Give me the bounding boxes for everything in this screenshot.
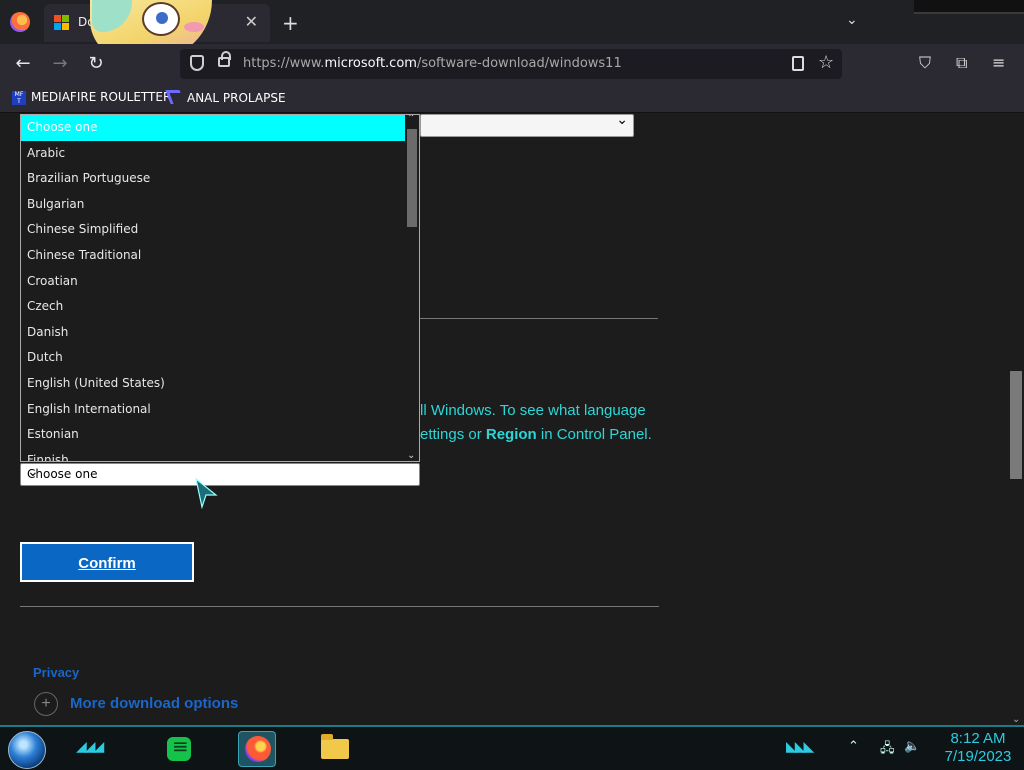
bookmark-item[interactable]: ANAL PROLAPSE: [165, 90, 286, 105]
confirm-label: Confirm: [78, 555, 136, 572]
scroll-down-icon[interactable]: ⌄: [1012, 714, 1020, 725]
pocket-icon[interactable]: ⛉: [919, 53, 931, 73]
microsoft-icon: [54, 15, 70, 31]
dropdown-option[interactable]: Brazilian Portuguese: [21, 166, 419, 192]
tab-strip: Do ✕ + ⌄: [0, 0, 1024, 60]
reader-view-icon[interactable]: [792, 56, 804, 71]
divider: [420, 318, 658, 319]
clock-time: 8:12 AM: [950, 730, 1006, 747]
page-scrollbar[interactable]: ⌄: [1008, 113, 1024, 725]
forward-arrow-icon[interactable]: →: [49, 53, 71, 75]
bookmark-label: MEDIAFIRE ROULETTER: [31, 90, 172, 104]
bookmark-label: ANAL PROLAPSE: [187, 91, 286, 105]
sigma-icon: [165, 90, 185, 104]
new-tab-button[interactable]: +: [282, 11, 299, 35]
plus-circle-icon: +: [34, 692, 58, 716]
dropdown-option[interactable]: Choose one: [21, 115, 419, 141]
show-hidden-icons-icon[interactable]: ⌃: [848, 739, 859, 754]
navigation-toolbar: ← → ↻ https://www.microsoft.com/software…: [0, 44, 1024, 84]
page-scroll-thumb[interactable]: [1010, 371, 1022, 479]
dropdown-scrollbar[interactable]: ⌃ ⌄: [405, 115, 419, 461]
dropdown-option[interactable]: Chinese Traditional: [21, 243, 419, 269]
scroll-down-icon[interactable]: ⌄: [407, 450, 415, 461]
firefox-icon: [245, 736, 271, 762]
language-dropdown-list[interactable]: Choose one Arabic Brazilian Portuguese Bulg…: [20, 114, 420, 462]
clock-date: 7/19/2023: [944, 748, 1012, 765]
dropdown-scroll-thumb[interactable]: [407, 129, 417, 227]
extensions-puzzle-icon[interactable]: ⧉: [956, 53, 967, 73]
taskbar-app-firefox[interactable]: [238, 731, 276, 767]
language-select[interactable]: Choose one ⌄: [20, 463, 420, 486]
taskbar: ◢◢◢ ◣◣◣ ⌃ 🖧 🔈 8:12 AM 7/19/2023: [0, 725, 1024, 770]
scroll-up-icon[interactable]: ⌃: [407, 115, 415, 124]
dropdown-option[interactable]: Croatian: [21, 269, 419, 295]
reload-icon[interactable]: ↻: [85, 53, 107, 75]
tracking-protection-shield-icon[interactable]: [190, 55, 204, 71]
dropdown-option[interactable]: Estonian: [21, 422, 419, 448]
dropdown-option[interactable]: Danish: [21, 320, 419, 346]
bookmark-item[interactable]: MF T MEDIAFIRE ROULETTER: [12, 90, 171, 105]
folder-icon: [321, 734, 349, 759]
dropdown-option[interactable]: Dutch: [21, 345, 419, 371]
mouse-cursor-icon: [195, 477, 218, 509]
edition-select[interactable]: [420, 113, 634, 137]
language-info-text: ll Windows. To see what language ettings…: [420, 402, 652, 443]
url-bar[interactable]: https://www.microsoft.com/software-downl…: [180, 49, 842, 79]
page-content: ll Windows. To see what language ettings…: [0, 113, 1008, 725]
chevron-down-icon: ⌄: [27, 464, 39, 480]
url-text[interactable]: https://www.microsoft.com/software-downl…: [243, 56, 622, 71]
dropdown-option[interactable]: Czech: [21, 294, 419, 320]
start-button[interactable]: [8, 731, 46, 769]
dropdown-option[interactable]: Arabic: [21, 141, 419, 167]
notes-app-icon: [167, 734, 191, 761]
taskbar-app-notes[interactable]: [160, 731, 198, 767]
dropdown-option[interactable]: Bulgarian: [21, 192, 419, 218]
taskbar-decoration: ◣◣◣: [786, 739, 814, 755]
list-all-tabs-chevron-icon[interactable]: ⌄: [846, 12, 858, 28]
dropdown-option[interactable]: Chinese Simplified: [21, 217, 419, 243]
window-frame-decoration: [914, 0, 1024, 14]
bookmarks-toolbar: MF T MEDIAFIRE ROULETTER ANAL PROLAPSE: [0, 84, 1024, 113]
lock-icon[interactable]: [218, 51, 231, 67]
dropdown-option[interactable]: Finnish: [21, 448, 419, 461]
tab-close-icon[interactable]: ✕: [245, 12, 258, 31]
back-arrow-icon[interactable]: ←: [12, 53, 34, 75]
volume-icon[interactable]: 🔈: [904, 739, 920, 754]
divider: [20, 606, 659, 607]
hamburger-menu-icon[interactable]: ≡: [992, 53, 1005, 72]
privacy-link[interactable]: Privacy: [33, 665, 79, 680]
taskbar-decoration: ◢◢◢: [76, 739, 104, 755]
taskbar-app-explorer[interactable]: [316, 731, 354, 767]
firefox-menu-icon[interactable]: [10, 12, 30, 32]
bookmark-star-icon[interactable]: ☆: [818, 52, 834, 73]
more-download-options[interactable]: + More download options: [34, 692, 238, 716]
system-clock[interactable]: 8:12 AM 7/19/2023: [934, 730, 1022, 766]
network-icon[interactable]: 🖧: [880, 739, 895, 761]
dropdown-option[interactable]: English (United States): [21, 371, 419, 397]
dropdown-option[interactable]: English International: [21, 397, 419, 423]
mediafire-icon: MF T: [12, 91, 26, 105]
confirm-button[interactable]: Confirm: [20, 542, 194, 582]
more-download-label: More download options: [70, 694, 239, 712]
